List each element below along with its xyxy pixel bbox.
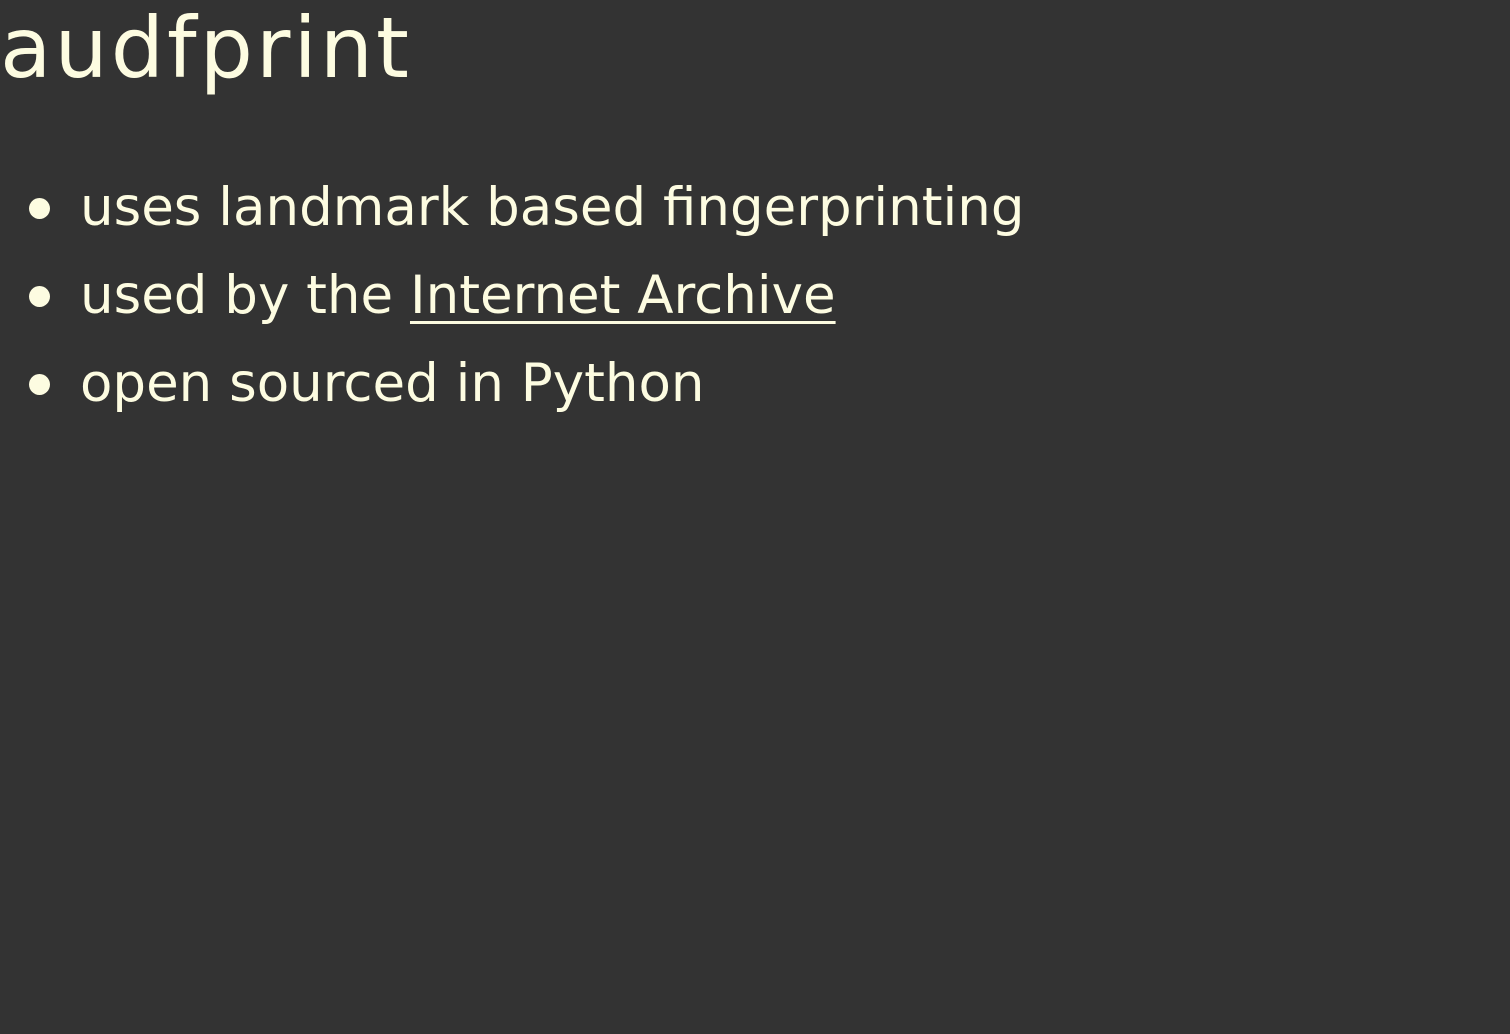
bullet-icon xyxy=(29,374,50,395)
slide: audfprint uses landmark based fingerprin… xyxy=(0,0,1510,1034)
bullet-text: open sourced in Python xyxy=(80,353,705,414)
bullet-text: used by the xyxy=(80,265,410,326)
bullet-item-open-source: open sourced in Python xyxy=(0,340,1024,428)
bullet-text: uses landmark based fingerprinting xyxy=(80,177,1025,238)
bullet-list: uses landmark based fingerprinting used … xyxy=(0,164,1024,428)
bullet-item-internet-archive: used by the Internet Archive xyxy=(0,252,1024,340)
internet-archive-link[interactable]: Internet Archive xyxy=(410,265,836,326)
bullet-icon xyxy=(29,286,50,307)
bullet-icon xyxy=(29,198,50,219)
bullet-item-landmark-fingerprinting: uses landmark based fingerprinting xyxy=(0,164,1024,252)
slide-title: audfprint xyxy=(0,0,412,97)
